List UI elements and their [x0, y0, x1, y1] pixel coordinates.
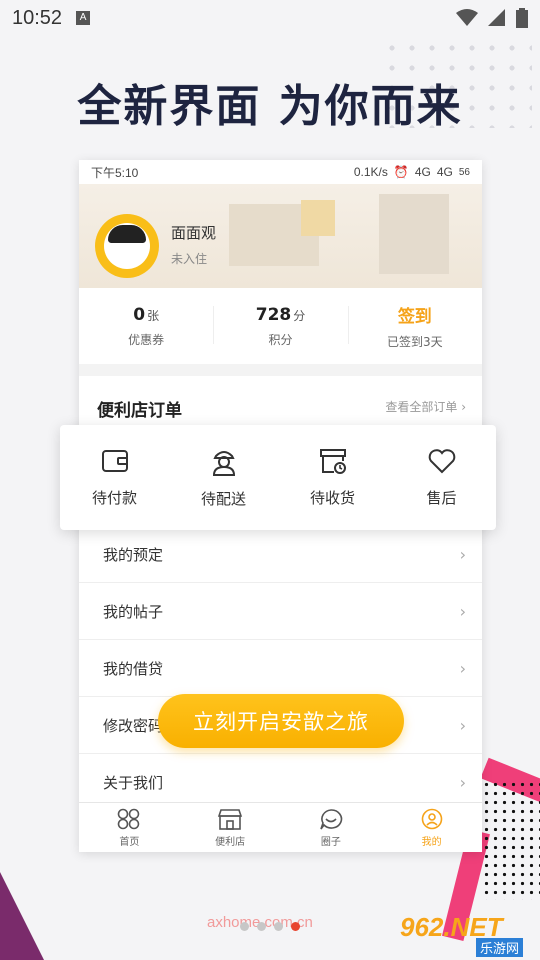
order-status-pending-payment[interactable]: 待付款	[60, 425, 169, 530]
tab-mine[interactable]: 我的	[381, 803, 482, 852]
stat-value: 0张	[133, 305, 159, 325]
view-all-orders-link[interactable]: 查看全部订单 ›	[385, 398, 466, 415]
banner-decoration	[379, 194, 449, 274]
page-dot[interactable]	[274, 922, 283, 931]
order-status-label: 待付款	[91, 489, 137, 507]
stat-points[interactable]: 728 分 积分	[213, 288, 347, 364]
menu-item-label: 我的借贷	[103, 659, 164, 678]
stat-label: 已签到3天	[387, 335, 443, 349]
wifi-icon	[456, 9, 478, 26]
order-status-after-sales[interactable]: 售后	[387, 425, 496, 530]
stat-number: 728	[255, 304, 292, 325]
start-journey-button[interactable]: 立刻开启安歆之旅	[158, 694, 404, 748]
chat-bubble-icon	[320, 808, 343, 829]
menu-item-posts[interactable]: 我的帖子 ›	[79, 583, 482, 640]
tab-home[interactable]: 首页	[79, 803, 180, 852]
stat-value: 728 分	[256, 305, 306, 325]
order-status-card: 待付款 待配送 待收货 售后	[60, 425, 496, 530]
phone-status-icons: 0.1K/s ⏰ 4G 4G 56	[354, 165, 470, 179]
battery-level: 56	[458, 166, 470, 178]
tab-circle[interactable]: 圈子	[281, 803, 382, 852]
system-status-bar: 10:52 A	[0, 0, 540, 36]
decorative-dots	[482, 780, 540, 900]
page-dot-active[interactable]	[291, 922, 300, 931]
stat-unit: 张	[147, 308, 160, 323]
menu-item-label: 我的预定	[103, 545, 164, 564]
delivery-person-icon	[212, 451, 235, 476]
banner-decoration	[301, 200, 335, 236]
wallet-icon	[101, 450, 128, 472]
page-indicator	[240, 922, 300, 931]
menu-item-label: 关于我们	[103, 773, 164, 792]
profile-icon	[421, 808, 442, 829]
package-clock-icon	[319, 449, 346, 474]
network-type-2: 4G	[436, 165, 453, 179]
chevron-right-icon: ›	[459, 601, 466, 621]
orders-title: 便利店订单	[97, 401, 182, 421]
tab-label: 圈子	[320, 836, 341, 848]
order-status-label: 待配送	[200, 490, 246, 508]
user-name: 面面观	[171, 224, 217, 242]
order-status-label: 售后	[426, 489, 457, 507]
stat-unit: 分	[293, 308, 306, 323]
menu-item-reservations[interactable]: 我的预定 ›	[79, 526, 482, 583]
signal-icon	[488, 9, 505, 26]
net-speed: 0.1K/s	[353, 165, 388, 179]
menu-item-label: 我的帖子	[103, 602, 164, 621]
bottom-tab-bar: 首页 便利店 圈子 我的	[79, 802, 482, 852]
stat-number: 0	[133, 304, 146, 325]
logo-subtext: 乐游网	[476, 938, 524, 957]
profile-banner: 面面观 未入住	[79, 184, 482, 288]
site-logo: 962.NET 乐游网	[400, 912, 536, 958]
order-status-label: 待收货	[309, 489, 355, 507]
system-clock: 10:52	[12, 6, 63, 29]
home-grid-icon	[118, 808, 140, 829]
phone-clock: 下午5:10	[91, 165, 139, 180]
chevron-right-icon: ›	[459, 715, 466, 735]
stat-checkin[interactable]: 签到 已签到3天	[347, 288, 482, 364]
tab-label: 我的	[421, 836, 442, 848]
network-type-1: 4G	[414, 165, 431, 179]
stat-coupons[interactable]: 0张 优惠券	[79, 288, 213, 364]
avatar[interactable]	[95, 214, 159, 278]
chevron-right-icon: ›	[459, 544, 466, 564]
headline: 全新界面 为你而来	[77, 81, 463, 132]
system-status-icons	[456, 8, 528, 28]
checkin-button[interactable]: 签到	[398, 302, 432, 327]
tab-label: 首页	[119, 836, 140, 848]
phone-status-bar: 下午5:10 0.1K/s ⏰ 4G 4G 56	[79, 160, 482, 184]
menu-list: 我的预定 › 我的帖子 › 我的借贷 › 修改密码 › 关于我们 ›	[79, 526, 482, 811]
tab-label: 便利店	[215, 836, 246, 848]
heart-icon	[428, 449, 455, 474]
page-dot[interactable]	[240, 922, 249, 931]
battery-icon	[516, 8, 528, 28]
order-status-pending-delivery[interactable]: 待配送	[169, 425, 278, 530]
chevron-right-icon: ›	[459, 658, 466, 678]
tab-store[interactable]: 便利店	[180, 803, 281, 852]
stats-row: 0张 优惠券 728 分 积分 签到 已签到3天	[79, 288, 482, 364]
store-icon	[218, 808, 243, 830]
avatar-face-icon	[104, 223, 150, 269]
chevron-right-icon: ›	[459, 772, 466, 792]
page-dot[interactable]	[257, 922, 266, 931]
menu-item-label: 修改密码	[103, 716, 164, 735]
user-status: 未入住	[171, 252, 208, 266]
menu-item-loans[interactable]: 我的借贷 ›	[79, 640, 482, 697]
stat-label: 积分	[268, 332, 293, 347]
stat-label: 优惠券	[128, 332, 165, 347]
notification-a-icon: A	[76, 11, 91, 25]
alarm-icon: ⏰	[393, 165, 409, 179]
order-status-pending-receipt[interactable]: 待收货	[278, 425, 387, 530]
decorative-triangle	[0, 872, 44, 960]
